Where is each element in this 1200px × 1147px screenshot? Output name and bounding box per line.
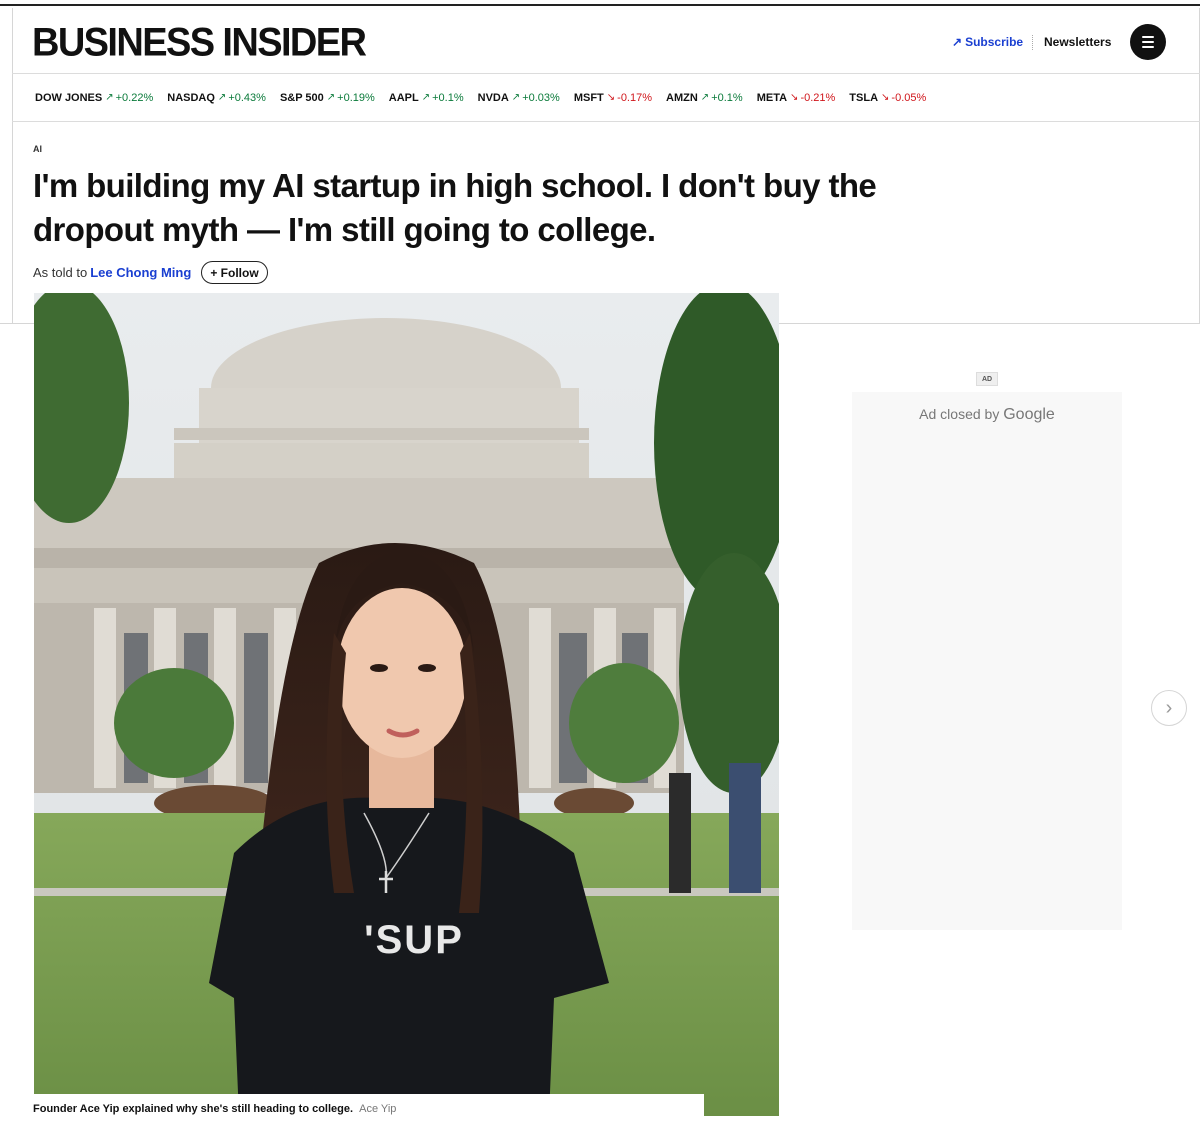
ticker-symbol: AAPL [388,91,419,104]
ticker-symbol: META [756,91,788,104]
arrow-down-icon: ↘ [606,92,616,103]
ad-label: AD [976,372,998,386]
follow-button[interactable]: + Follow [201,261,268,284]
arrow-up-icon: ↗ [217,92,227,103]
ticker-symbol: S&P 500 [279,91,324,104]
site-header: BUSINESS INSIDER ↗ Subscribe Newsletters [12,8,1200,74]
ticker-item[interactable]: META ↘ -0.21% [757,92,836,104]
ticker-change: +0.03% [522,91,560,104]
image-caption: Founder Ace Yip explained why she's stil… [33,1103,396,1115]
hero-image: 'SUP [34,293,779,1116]
subscribe-label: Subscribe [965,35,1024,49]
byline-prefix: As told to [33,265,88,280]
subscribe-link[interactable]: ↗ Subscribe [952,35,1023,49]
ticker-change: +0.43% [228,91,266,104]
market-ticker: DOW JONES ↗ +0.22% NASDAQ ↗ +0.43% S&P 500 ↗ +0.… [12,74,1200,122]
arrow-up-icon: ↗ [511,92,521,103]
ticker-change: +0.19% [337,91,375,104]
shirt-logo-text: 'SUP [364,918,464,962]
photo-credit: Ace Yip [359,1103,397,1115]
ad-slot: Ad closed by Google [852,392,1122,930]
ticker-item[interactable]: S&P 500 ↗ +0.19% [280,92,375,104]
chevron-right-icon[interactable]: › [1151,690,1187,726]
ticker-change: +0.22% [115,91,154,104]
newsletters-link[interactable]: Newsletters [1044,35,1111,49]
caption-text: Founder Ace Yip explained why she's stil… [33,1103,354,1115]
ticker-change: -0.17% [617,91,653,104]
ad-closed-text: Ad closed by [919,406,1000,422]
ad-closed-brand: Google [1003,406,1055,423]
ticker-symbol: NASDAQ [167,91,215,104]
arrow-up-icon: ↗ [105,92,114,103]
ticker-item[interactable]: DOW JONES ↗ +0.22% [35,92,153,104]
ticker-item[interactable]: TSLA ↘ -0.05% [849,92,926,104]
ticker-item[interactable]: AMZN ↗ +0.1% [666,92,743,104]
header-separator [1032,35,1033,50]
ticker-symbol: DOW JONES [35,91,103,104]
ad-closed-message: Ad closed by Google [852,406,1122,424]
ticker-item[interactable]: MSFT ↘ -0.17% [574,92,652,104]
ticker-change: -0.05% [891,91,927,104]
arrow-down-icon: ↘ [790,92,799,103]
article-headline: I'm building my AI startup in high schoo… [33,167,877,248]
ticker-symbol: TSLA [849,91,879,104]
arrow-up-right-icon: ↗ [952,35,963,49]
author-link[interactable]: Lee Chong Ming [90,265,191,280]
site-logo[interactable]: BUSINESS INSIDER [32,21,367,66]
arrow-down-icon: ↘ [881,92,890,103]
ticker-change: +0.1% [432,91,464,104]
ticker-item[interactable]: NVDA ↗ +0.03% [478,92,560,104]
ticker-symbol: AMZN [666,91,698,104]
top-border [0,0,1200,6]
article-category[interactable]: AI [33,144,42,154]
ticker-item[interactable]: NASDAQ ↗ +0.43% [167,92,266,104]
arrow-up-icon: ↗ [326,92,336,103]
hamburger-menu-icon[interactable] [1130,24,1166,60]
ticker-symbol: MSFT [573,91,604,104]
arrow-up-icon: ↗ [421,92,431,103]
hero-photo: 'SUP [34,293,779,1116]
ticker-item[interactable]: AAPL ↗ +0.1% [389,92,464,104]
ticker-change: +0.1% [711,91,743,104]
ticker-change: -0.21% [800,91,836,104]
ticker-symbol: NVDA [477,91,509,104]
byline: As told to Lee Chong Ming + Follow [33,261,268,284]
arrow-up-icon: ↗ [700,92,710,103]
